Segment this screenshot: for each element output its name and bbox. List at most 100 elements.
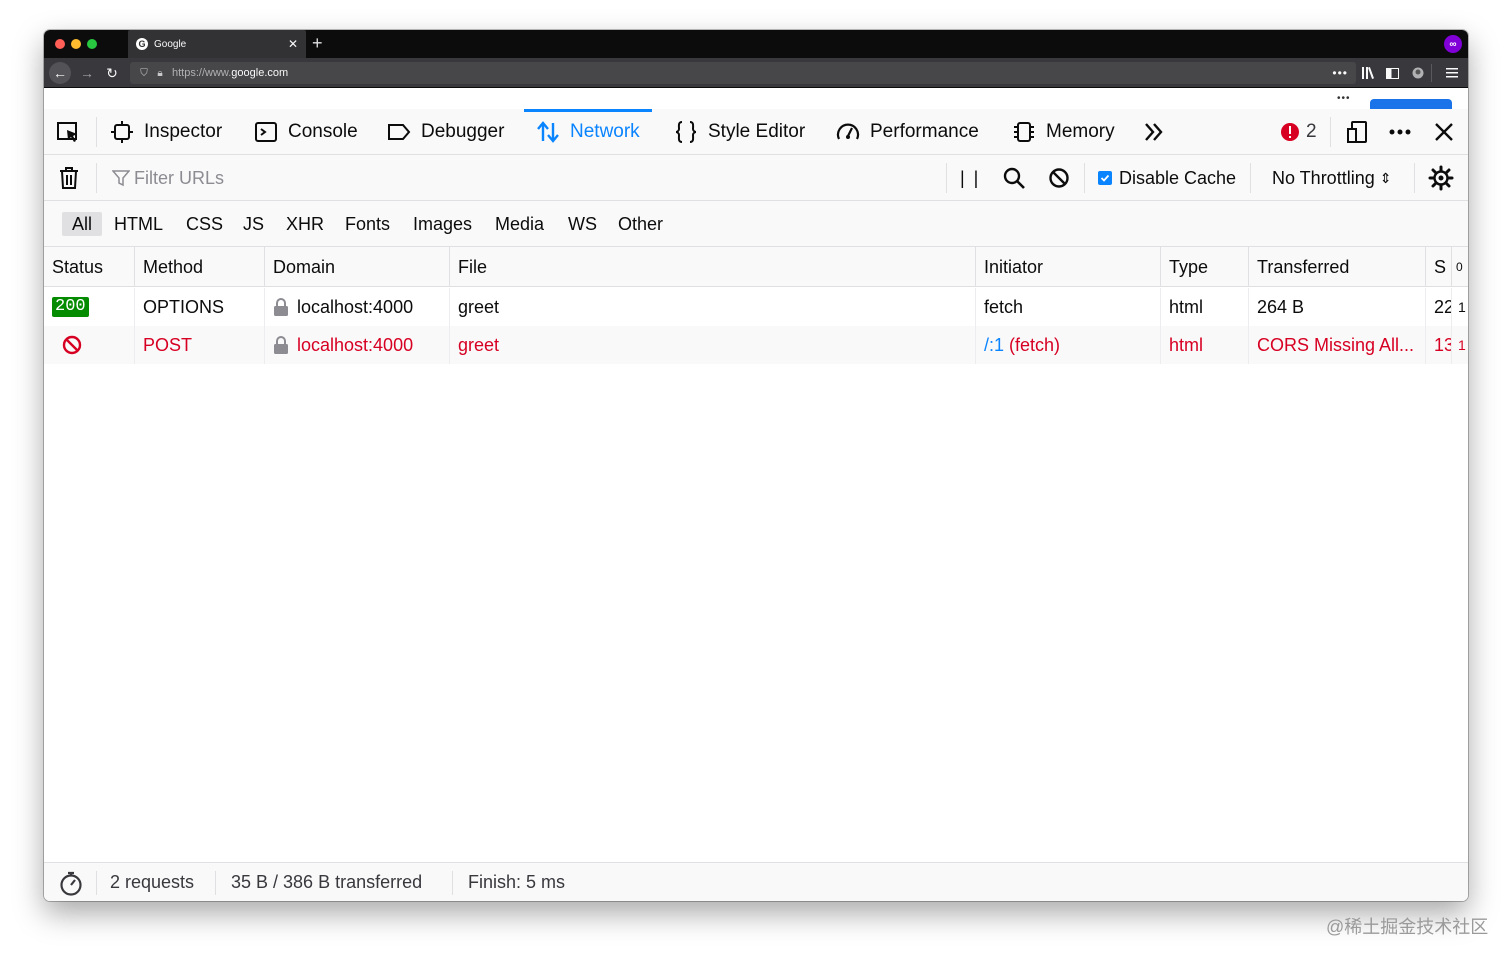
browser-window: G Google ✕ + ∞ ← → ↻ ⛉ 🔒︎ https://www.go… xyxy=(44,30,1468,901)
transferred-summary: 35 B / 386 B transferred xyxy=(231,872,423,892)
filter-js-button[interactable]: JS xyxy=(233,212,274,236)
url-text: https://www.google.com xyxy=(172,67,289,79)
network-settings-button[interactable] xyxy=(1428,155,1454,201)
pause-recording-button[interactable]: | | xyxy=(960,155,980,201)
toolbar-separator xyxy=(946,163,947,193)
throttling-select[interactable]: No Throttling ⇕ xyxy=(1272,155,1391,201)
table-row[interactable]: 200 OPTIONS localhost:4000 greet fetch h… xyxy=(44,288,1468,326)
lock-icon[interactable]: 🔒︎ xyxy=(152,68,168,79)
filter-other-button[interactable]: Other xyxy=(608,212,673,236)
tab-label: Performance xyxy=(870,121,979,142)
tab-style-editor[interactable]: Style Editor xyxy=(674,109,805,155)
minimize-window-button[interactable] xyxy=(71,39,81,49)
request-blocking-button[interactable] xyxy=(1048,155,1070,201)
library-icon[interactable] xyxy=(1362,62,1376,84)
gear-icon xyxy=(1428,165,1454,191)
column-header-file[interactable]: File xyxy=(450,247,976,287)
extension-icon[interactable] xyxy=(1412,62,1424,84)
zoom-window-button[interactable] xyxy=(87,39,97,49)
responsive-design-mode-button[interactable] xyxy=(1346,109,1380,155)
method-cell: OPTIONS xyxy=(135,288,265,326)
column-header-status[interactable]: Status xyxy=(44,247,135,287)
type-filter-bar: All HTML CSS JS XHR Fonts Images Media W… xyxy=(44,201,1468,247)
column-header-transferred[interactable]: Transferred xyxy=(1249,247,1426,287)
filter-urls-input[interactable] xyxy=(108,163,944,193)
element-picker-button[interactable] xyxy=(56,109,90,155)
hamburger-menu-icon[interactable] xyxy=(1446,62,1458,84)
devtools-menu-button[interactable] xyxy=(1388,109,1422,155)
timeline-cell: 1 xyxy=(1458,299,1466,315)
filter-ws-button[interactable]: WS xyxy=(558,212,607,236)
network-status-bar: 2 requests 35 B / 386 B transferred Fini… xyxy=(44,862,1468,901)
initiator-link[interactable]: /:1 xyxy=(984,335,1004,356)
tab-console[interactable]: Console xyxy=(254,109,358,155)
filter-html-button[interactable]: HTML xyxy=(104,212,173,236)
select-arrows-icon: ⇕ xyxy=(1379,169,1392,186)
column-header-type[interactable]: Type xyxy=(1161,247,1249,287)
toolbar-separator xyxy=(96,117,97,147)
search-button[interactable] xyxy=(1002,155,1026,201)
performance-icon xyxy=(836,123,860,140)
navigation-bar: ← → ↻ ⛉ 🔒︎ https://www.google.com ••• xyxy=(44,58,1468,88)
clear-requests-button[interactable] xyxy=(58,166,80,195)
method-cell: POST xyxy=(135,326,265,364)
close-devtools-button[interactable] xyxy=(1432,109,1466,155)
lock-icon xyxy=(274,336,288,354)
filter-css-button[interactable]: CSS xyxy=(176,212,233,236)
error-icon xyxy=(1281,123,1299,141)
domain-cell: localhost:4000 xyxy=(265,326,450,364)
performance-analysis-button[interactable] xyxy=(58,863,84,901)
timeline-cell: 1 xyxy=(1458,337,1466,353)
column-header-domain[interactable]: Domain xyxy=(265,247,450,287)
console-icon xyxy=(255,122,277,142)
block-icon xyxy=(1049,168,1069,188)
domain-cell: localhost:4000 xyxy=(265,288,450,326)
tab-label: Debugger xyxy=(421,121,505,142)
tab-inspector[interactable]: Inspector xyxy=(110,109,222,155)
size-cell: 22 xyxy=(1426,288,1452,326)
initiator-cell: /:1 (fetch) xyxy=(976,326,1161,364)
forward-button[interactable]: → xyxy=(76,62,98,84)
table-row[interactable]: POST localhost:4000 greet /:1 (fetch) ht… xyxy=(44,326,1468,364)
more-tools-chevron-button[interactable] xyxy=(1142,109,1176,155)
column-header-timeline[interactable]: 0 xyxy=(1452,247,1468,287)
tab-network[interactable]: Network xyxy=(524,109,652,155)
filter-all-button[interactable]: All xyxy=(62,212,103,236)
page-actions-icon[interactable]: ••• xyxy=(1332,66,1348,80)
element-picker-icon xyxy=(57,122,77,142)
column-header-initiator[interactable]: Initiator xyxy=(976,247,1161,287)
disable-cache-toggle[interactable]: Disable Cache xyxy=(1098,155,1236,201)
new-tab-button[interactable]: + xyxy=(312,33,323,53)
tab-performance[interactable]: Performance xyxy=(836,109,979,155)
error-count-button[interactable]: 2 xyxy=(1280,109,1317,155)
filter-fonts-button[interactable]: Fonts xyxy=(335,212,400,236)
tab-memory[interactable]: Memory xyxy=(1012,109,1115,155)
page-content-strip: ••• xyxy=(44,89,1468,111)
reload-button[interactable]: ↻ xyxy=(101,62,123,84)
sidebar-icon[interactable] xyxy=(1386,62,1399,84)
network-toolbar: | | Disable Cache No Throttling ⇕ xyxy=(44,155,1468,201)
column-header-method[interactable]: Method xyxy=(135,247,265,287)
browser-tab-google[interactable]: G Google ✕ xyxy=(128,30,306,58)
filter-xhr-button[interactable]: XHR xyxy=(276,212,334,236)
toolbar-separator xyxy=(1250,163,1251,193)
search-icon xyxy=(1003,167,1025,189)
navbar-separator xyxy=(1431,64,1432,82)
tab-label: Console xyxy=(288,121,358,142)
status-cell xyxy=(44,326,135,364)
checkbox-checked-icon[interactable] xyxy=(1098,171,1112,185)
blocked-icon xyxy=(62,335,82,355)
back-button[interactable]: ← xyxy=(49,62,71,84)
toolbar-separator xyxy=(96,163,97,193)
tab-strip: G Google ✕ + ∞ xyxy=(44,30,1468,58)
page-apps-icon[interactable]: ••• xyxy=(1337,93,1351,104)
url-bar[interactable]: ⛉ 🔒︎ https://www.google.com ••• xyxy=(130,62,1356,84)
column-header-size[interactable]: S xyxy=(1426,247,1452,287)
tracking-shield-icon[interactable]: ⛉ xyxy=(136,68,152,79)
tab-debugger[interactable]: Debugger xyxy=(387,109,504,155)
close-tab-icon[interactable]: ✕ xyxy=(288,37,298,51)
filter-media-button[interactable]: Media xyxy=(485,212,554,236)
close-window-button[interactable] xyxy=(55,39,65,49)
transferred-cell: 264 B xyxy=(1249,288,1426,326)
filter-images-button[interactable]: Images xyxy=(403,212,482,236)
